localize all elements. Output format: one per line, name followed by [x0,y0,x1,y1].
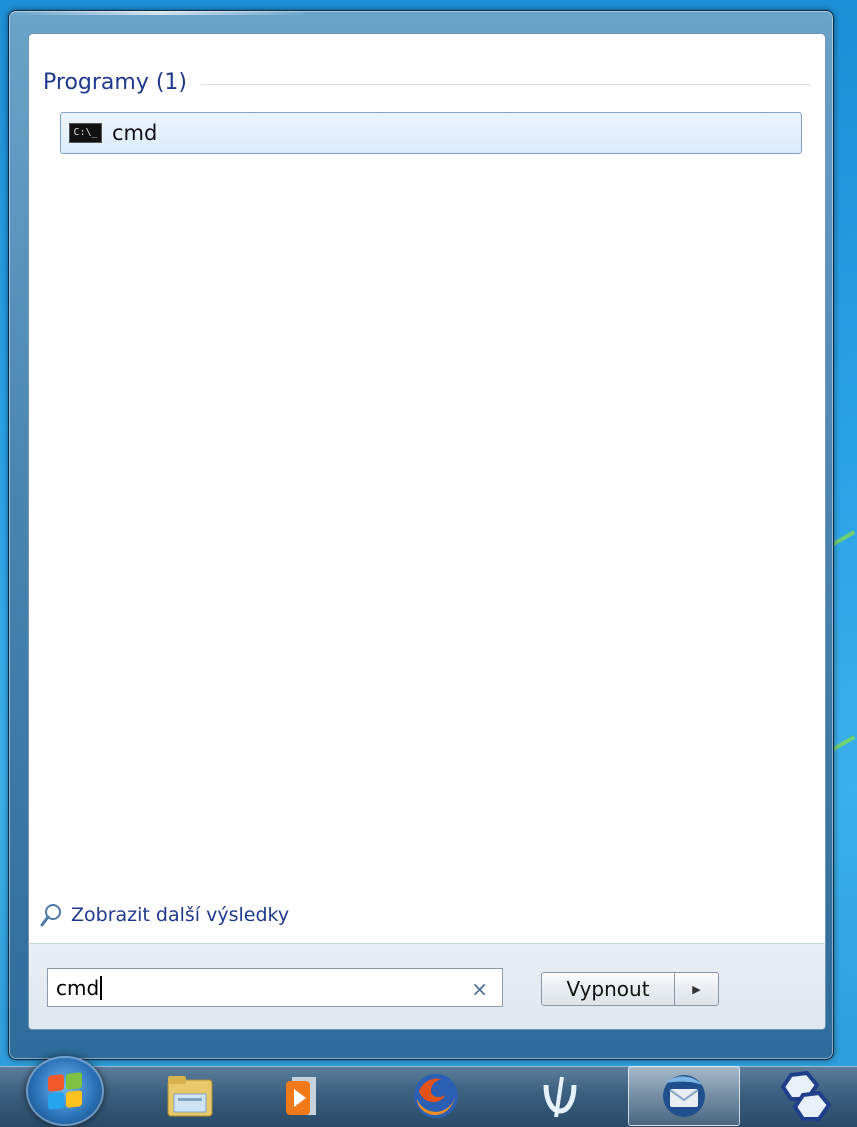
pen-app-icon[interactable] [528,1066,592,1126]
shutdown-button[interactable]: Vypnout [541,972,675,1006]
command-prompt-icon: C:\_ [69,123,102,143]
more-results-label: Zobrazit další výsledky [71,904,290,926]
shutdown-control: Vypnout ▶ [541,972,719,1006]
start-menu: Programy (1) C:\_ cmd Zobrazit další výs… [8,10,834,1060]
search-input[interactable]: cmd × [47,968,503,1007]
clear-search-icon[interactable]: × [471,977,488,1001]
folder-icon [167,1076,213,1117]
search-icon [40,904,61,927]
search-results-pane: Programy (1) C:\_ cmd Zobrazit další výs… [28,33,826,952]
windows-logo-icon [48,1072,82,1110]
network-app-icon[interactable] [752,1066,857,1126]
text-caret [100,975,103,1000]
browser-globe-icon [414,1074,458,1118]
media-player-icon[interactable] [270,1066,330,1126]
menu-glare [9,11,309,15]
result-item-cmd[interactable]: C:\_ cmd [60,112,802,154]
programs-section-header: Programy (1) [43,70,811,95]
file-explorer-icon[interactable] [148,1066,232,1126]
section-title: Programy (1) [43,70,187,95]
stylus-icon [543,1076,577,1118]
result-label: cmd [112,121,158,145]
search-input-value: cmd [56,975,100,1000]
more-results-link[interactable]: Zobrazit další výsledky [39,902,289,928]
thunderbird-icon[interactable] [628,1066,740,1126]
hexagon-network-icon [780,1070,832,1121]
firefox-icon[interactable] [400,1066,472,1126]
shutdown-options-button[interactable]: ▶ [675,972,719,1006]
search-bar-strip: cmd × Vypnout ▶ [28,943,826,1030]
section-divider [201,83,811,85]
play-icon [286,1077,316,1115]
chevron-right-icon: ▶ [692,982,701,996]
mail-bird-icon [663,1075,705,1117]
start-orb-icon[interactable] [26,1056,104,1126]
